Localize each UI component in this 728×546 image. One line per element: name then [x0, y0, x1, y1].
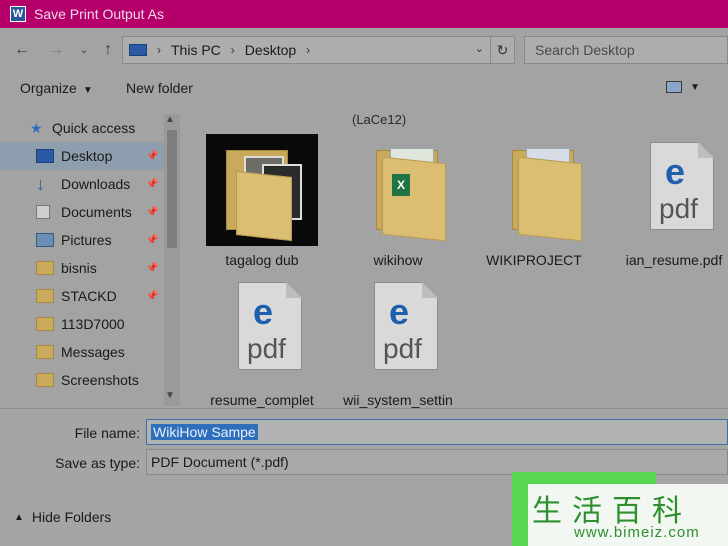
folder-icon — [36, 373, 54, 387]
edge-icon: e — [253, 291, 274, 332]
folder-icon — [36, 345, 54, 359]
new-folder-button[interactable]: New folder — [126, 80, 193, 96]
sidebar-item-113d7000[interactable]: 113D7000 — [0, 310, 166, 338]
pin-icon[interactable]: 📌 — [146, 235, 158, 246]
folder-icon: X — [342, 134, 454, 246]
pictures-icon — [36, 233, 54, 247]
download-icon: ↓ — [36, 174, 45, 194]
breadcrumb-separator: › — [306, 43, 311, 57]
pdf-file-icon: e pdf — [206, 274, 318, 386]
sidebar-item-label: STACKD — [61, 288, 117, 304]
folder-icon — [206, 134, 318, 246]
edge-icon: e — [389, 291, 410, 332]
file-name-value: WikiHow Sampe — [151, 424, 258, 440]
breadcrumb-desktop[interactable]: Desktop — [245, 42, 296, 58]
arrow-left-icon[interactable]: ← — [10, 38, 34, 62]
arrow-up-icon[interactable]: ↑ — [96, 38, 120, 62]
pdf-file-icon: e pdf — [342, 274, 454, 386]
caret-down-icon: ▼ — [690, 81, 700, 93]
file-list: (LaCe12) tagalog dub X wikihow WIKIPROJE… — [182, 106, 728, 408]
file-name: resume_complet — [210, 392, 314, 408]
folder-icon — [36, 317, 54, 331]
desktop-icon — [36, 149, 54, 163]
group-header: (LaCe12) — [352, 112, 407, 127]
refresh-icon[interactable]: ↻ — [490, 37, 514, 63]
file-name-label: File name: — [74, 425, 140, 441]
address-bar[interactable]: › This PC › Desktop › ⌄ ↻ — [122, 36, 515, 64]
sidebar-item-stackd[interactable]: STACKD 📌 — [0, 282, 166, 310]
save-type-label: Save as type: — [55, 455, 140, 471]
file-item[interactable]: tagalog dub — [194, 134, 330, 268]
arrow-right-icon[interactable]: → — [44, 38, 68, 62]
search-input[interactable]: Search Desktop — [524, 36, 728, 64]
this-pc-icon — [129, 44, 147, 56]
scroll-up-icon[interactable]: ▲ — [165, 114, 175, 125]
file-item[interactable]: e pdf resume_complet — [194, 274, 330, 408]
pin-icon[interactable]: 📌 — [146, 207, 158, 218]
sidebar-item-label: Quick access — [52, 120, 136, 136]
title-bar: W Save Print Output As — [0, 0, 728, 28]
pdf-file-icon: e pdf — [618, 134, 728, 246]
breadcrumb-this-pc[interactable]: This PC — [171, 42, 221, 58]
hide-folders-button[interactable]: ▲ Hide Folders — [14, 509, 111, 525]
sidebar-item-label: Downloads — [61, 176, 131, 192]
word-app-icon: W — [10, 6, 26, 22]
sidebar-item-label: Desktop — [61, 148, 113, 164]
file-name-input[interactable]: WikiHow Sampe — [146, 419, 728, 445]
excel-icon: X — [392, 174, 410, 196]
file-item[interactable]: X wikihow — [330, 134, 466, 268]
sidebar-item-label: 113D7000 — [61, 316, 125, 332]
sidebar-item-label: Pictures — [61, 232, 112, 248]
sidebar-item-downloads[interactable]: ↓ Downloads 📌 — [0, 170, 166, 198]
pin-icon[interactable]: 📌 — [146, 179, 158, 190]
edge-icon: e — [665, 151, 686, 192]
sidebar-item-documents[interactable]: Documents 📌 — [0, 198, 166, 226]
file-name: wikihow — [373, 252, 423, 268]
sidebar-scroll-thumb[interactable] — [167, 130, 177, 248]
scroll-down-icon[interactable]: ▼ — [165, 390, 175, 401]
breadcrumb-separator: › — [157, 43, 161, 57]
sidebar-item-label: Screenshots — [61, 372, 139, 388]
sidebar-item-pictures[interactable]: Pictures 📌 — [0, 226, 166, 254]
view-icon — [666, 81, 682, 93]
sidebar-item-label: Messages — [61, 344, 125, 360]
pin-icon[interactable]: 📌 — [146, 151, 158, 162]
watermark-url: www.bimeiz.com — [574, 524, 700, 541]
documents-icon — [36, 205, 50, 219]
hide-folders-label: Hide Folders — [31, 509, 112, 525]
change-view-button[interactable]: ▼ — [666, 81, 700, 93]
navigation-row: ← → ⌄ ↑ › This PC › Desktop › ⌄ ↻ Search… — [0, 36, 728, 64]
sidebar-item-screenshots[interactable]: Screenshots — [0, 366, 166, 394]
organize-label: Organize — [20, 80, 77, 96]
window-title: Save Print Output As — [34, 6, 164, 22]
address-dropdown-icon[interactable]: ⌄ — [475, 42, 484, 55]
toolbar: Organize ▼ New folder ▼ — [0, 74, 728, 102]
save-dialog: ← → ⌄ ↑ › This PC › Desktop › ⌄ ↻ Search… — [0, 28, 728, 546]
sidebar-item-bisnis[interactable]: bisnis 📌 — [0, 254, 166, 282]
sidebar-item-quick-access[interactable]: ★ Quick access — [0, 114, 166, 142]
folder-icon — [36, 261, 54, 275]
file-item[interactable]: e pdf ian_resume.pdf — [606, 134, 728, 268]
file-name: WIKIPROJECT — [486, 252, 582, 268]
star-icon: ★ — [30, 120, 43, 136]
file-item[interactable]: e pdf wii_system_settin — [330, 274, 466, 408]
pin-icon[interactable]: 📌 — [146, 291, 158, 302]
sidebar-item-label: Documents — [61, 204, 132, 220]
navigation-pane: ★ Quick access Desktop 📌 ↓ Downloads 📌 D… — [0, 114, 180, 406]
file-name: tagalog dub — [225, 252, 299, 268]
pin-icon[interactable]: 📌 — [146, 263, 158, 274]
chevron-up-icon: ▲ — [14, 511, 24, 523]
folder-icon — [478, 134, 590, 246]
folder-icon — [36, 289, 54, 303]
file-name: wii_system_settin — [343, 392, 453, 408]
sidebar-item-desktop[interactable]: Desktop 📌 — [0, 142, 166, 170]
caret-down-icon: ▼ — [82, 85, 93, 96]
sidebar-item-messages[interactable]: Messages — [0, 338, 166, 366]
organize-button[interactable]: Organize ▼ — [20, 80, 93, 96]
breadcrumb-separator: › — [230, 43, 235, 57]
sidebar-item-label: bisnis — [61, 260, 97, 276]
file-item[interactable]: WIKIPROJECT — [466, 134, 602, 268]
file-name: ian_resume.pdf — [625, 252, 723, 268]
chevron-down-icon[interactable]: ⌄ — [72, 38, 96, 62]
